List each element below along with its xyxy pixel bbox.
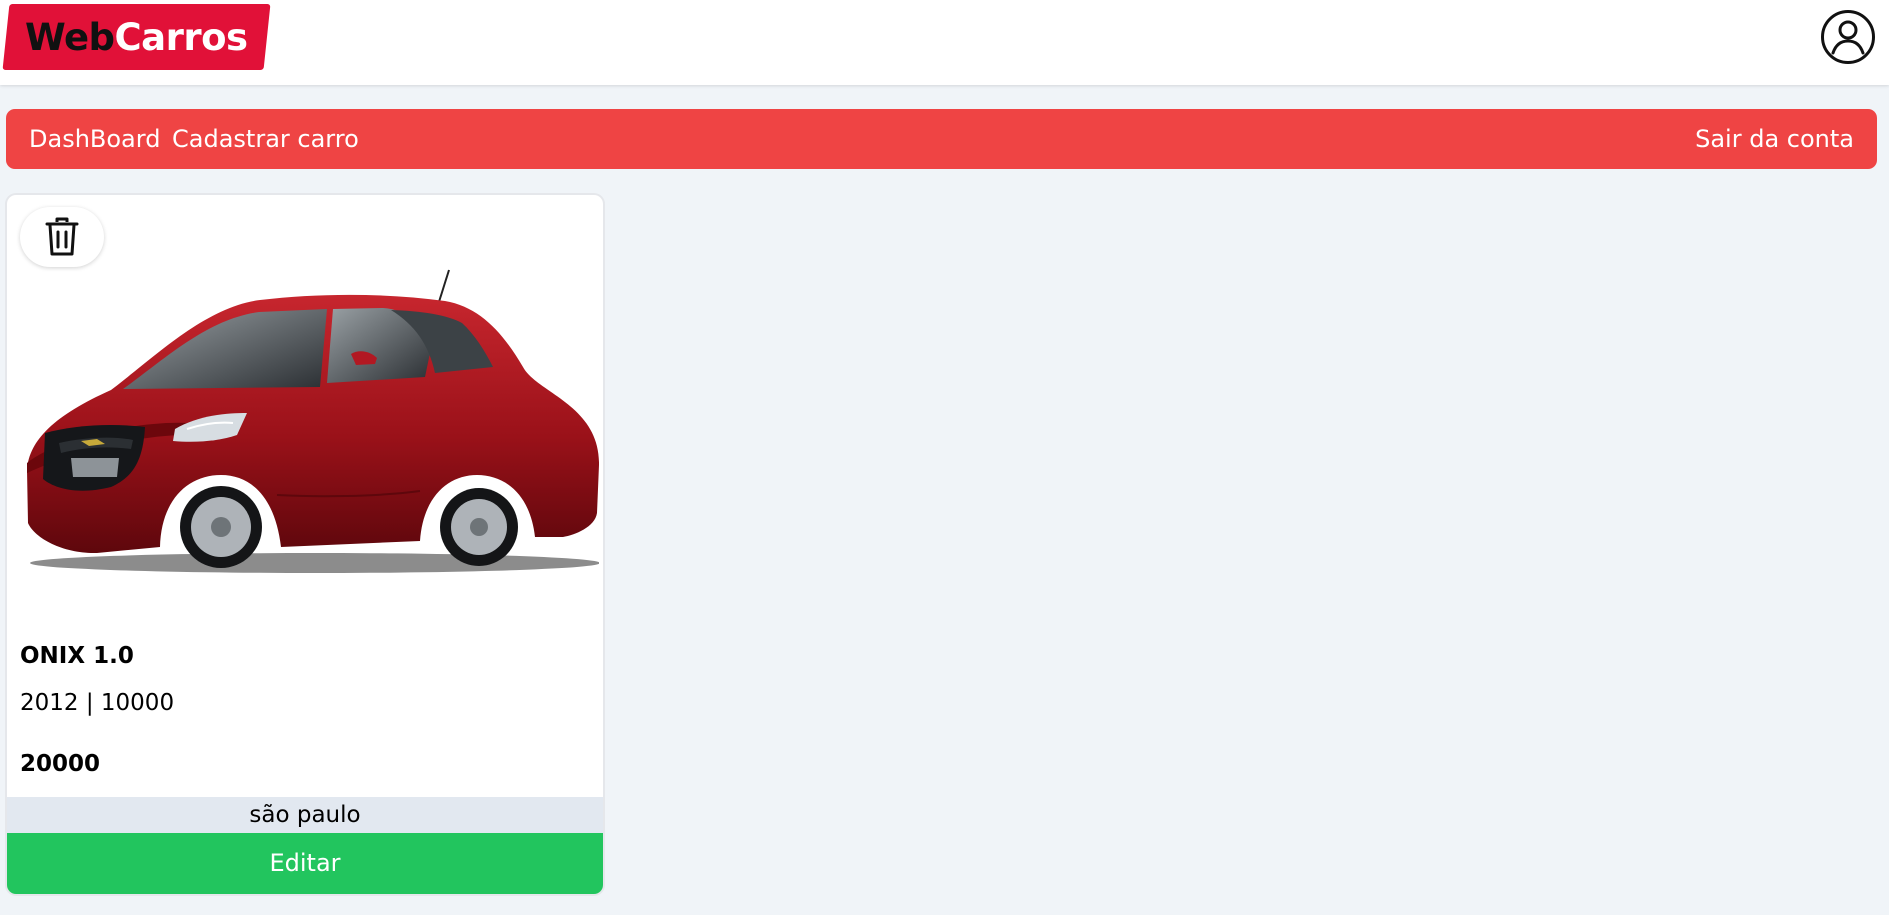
car-card: ONIX 1.0 2012 | 10000 20000 são paulo Ed…	[7, 195, 603, 894]
logo[interactable]: WebCarros	[2, 4, 271, 70]
nav-dashboard-link[interactable]: DashBoard	[29, 109, 160, 169]
logo-text-web: Web	[25, 15, 115, 59]
nav-new-car-link[interactable]: Cadastrar carro	[172, 109, 359, 169]
dashboard-navbar: DashBoard Cadastrar carro Sair da conta	[6, 109, 1877, 169]
logo-text-carros: Carros	[114, 15, 248, 59]
car-year-km: 2012 | 10000	[20, 690, 175, 716]
top-header: WebCarros	[0, 0, 1889, 85]
car-city: são paulo	[7, 797, 603, 833]
edit-car-button[interactable]: Editar	[7, 833, 603, 894]
car-price: 20000	[20, 751, 101, 777]
delete-car-button[interactable]	[20, 207, 104, 267]
user-profile-button[interactable]	[1820, 9, 1876, 65]
user-circle-icon	[1821, 10, 1875, 64]
car-name: ONIX 1.0	[20, 643, 134, 669]
trash-icon	[45, 217, 79, 256]
nav-logout-link[interactable]: Sair da conta	[1695, 109, 1854, 169]
